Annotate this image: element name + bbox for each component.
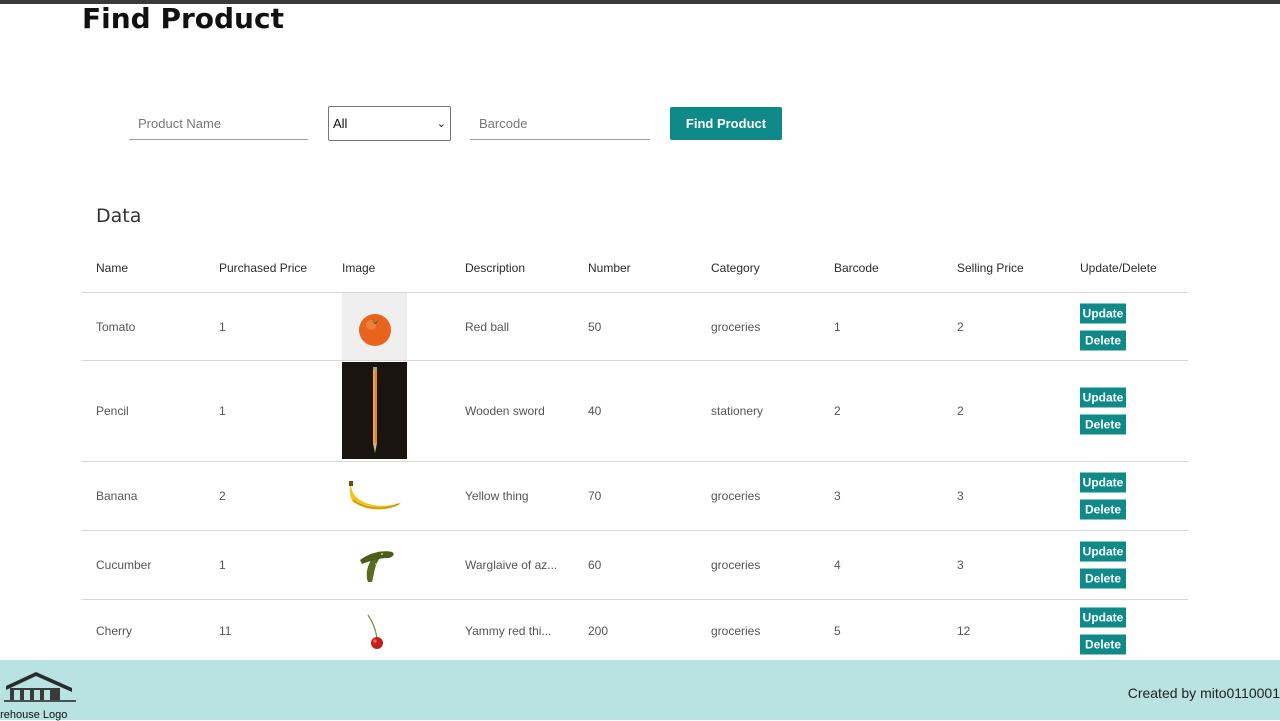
category-select-value: All: [333, 116, 348, 131]
delete-button[interactable]: Delete: [1080, 330, 1126, 350]
cell-description: Yammy red thi...: [465, 623, 552, 638]
cell-barcode: 4: [834, 558, 841, 572]
category-select[interactable]: All ⌄: [328, 106, 451, 141]
header-name: Name: [96, 260, 129, 275]
update-button[interactable]: Update: [1080, 607, 1126, 627]
footer: arehouse Logo Created by mito0110001: [0, 660, 1280, 721]
update-button[interactable]: Update: [1080, 541, 1126, 562]
find-product-button[interactable]: Find Product: [670, 107, 782, 140]
update-button[interactable]: Update: [1080, 387, 1126, 408]
cell-selling-price: 3: [957, 489, 964, 503]
cell-category: groceries: [711, 319, 761, 334]
table-row: Tomato 1 Red ball 50 groceries 1 2 Updat…: [82, 293, 1188, 361]
cell-description: Warglaive of az...: [465, 558, 558, 572]
cell-category: groceries: [711, 623, 761, 638]
row-actions: Update Delete: [1080, 472, 1126, 520]
cell-number: 60: [588, 558, 602, 572]
row-actions: Update Delete: [1080, 387, 1126, 435]
product-image-tomato: [342, 293, 407, 360]
table-row: Cherry 11 Yammy red thi... 200 groceries…: [82, 600, 1188, 662]
cell-number: 70: [588, 489, 602, 503]
table-row: Cucumber 1 Warglaive of az... 60 groceri…: [82, 531, 1188, 600]
chevron-down-icon: ⌄: [436, 118, 446, 130]
cell-purchased-price: 2: [219, 489, 226, 503]
cell-category: stationery: [711, 404, 764, 418]
cell-name: Cucumber: [96, 558, 152, 572]
cell-barcode: 5: [834, 623, 841, 638]
update-button[interactable]: Update: [1080, 303, 1126, 323]
table-header-row: Name Purchased Price Image Description N…: [82, 243, 1188, 293]
page-title: Find Product: [82, 2, 284, 35]
row-actions: Update Delete: [1080, 541, 1126, 589]
logo-text: arehouse Logo: [0, 709, 68, 721]
header-barcode: Barcode: [834, 260, 879, 275]
product-image-cucumber: [342, 531, 407, 599]
cell-number: 200: [588, 623, 609, 638]
cell-barcode: 3: [834, 489, 841, 503]
delete-button[interactable]: Delete: [1080, 414, 1126, 435]
header-purchased-price: Purchased Price: [219, 260, 308, 275]
cell-selling-price: 3: [957, 558, 964, 572]
header-selling-price: Selling Price: [957, 260, 1024, 275]
update-button[interactable]: Update: [1080, 472, 1126, 493]
cell-name: Banana: [96, 489, 138, 503]
cell-selling-price: 2: [957, 319, 964, 334]
header-description: Description: [465, 260, 526, 275]
cell-number: 50: [588, 319, 602, 334]
product-name-input[interactable]: [129, 108, 308, 140]
data-section-title: Data: [96, 205, 142, 227]
table-row: Pencil 1 Wooden sword 40 stationery 2 2 …: [82, 361, 1188, 462]
cell-barcode: 1: [834, 319, 841, 334]
cell-description: Red ball: [465, 319, 510, 334]
table-row: Banana 2 Yellow thing 70 groceries 3 3 U…: [82, 462, 1188, 531]
product-image-cherry: [342, 600, 407, 661]
cell-name: Tomato: [96, 319, 136, 334]
header-number: Number: [588, 260, 631, 275]
footer-credit: Created by mito0110001: [1127, 685, 1280, 701]
cell-barcode: 2: [834, 404, 841, 418]
barcode-input[interactable]: [470, 108, 650, 140]
cell-number: 40: [588, 404, 602, 418]
cell-name: Pencil: [96, 404, 129, 418]
product-table: Name Purchased Price Image Description N…: [82, 243, 1188, 662]
cell-purchased-price: 1: [219, 404, 226, 418]
cell-selling-price: 2: [957, 404, 964, 418]
warehouse-logo: arehouse Logo: [0, 666, 90, 721]
cell-purchased-price: 11: [219, 623, 232, 638]
cell-description: Wooden sword: [465, 404, 545, 418]
product-image-banana: [342, 462, 407, 530]
warehouse-icon: [4, 672, 76, 702]
cell-purchased-price: 1: [219, 319, 226, 334]
cell-name: Cherry: [96, 623, 133, 638]
cell-description: Yellow thing: [465, 489, 529, 503]
header-image: Image: [342, 260, 376, 275]
row-actions: Update Delete: [1080, 607, 1126, 654]
header-category: Category: [711, 260, 760, 275]
delete-button[interactable]: Delete: [1080, 568, 1126, 589]
header-update-delete: Update/Delete: [1080, 260, 1157, 275]
delete-button[interactable]: Delete: [1080, 499, 1126, 520]
product-image-pencil: [342, 362, 407, 459]
delete-button[interactable]: Delete: [1080, 634, 1126, 654]
cell-category: groceries: [711, 489, 761, 503]
cell-category: groceries: [711, 558, 761, 572]
cell-selling-price: 12: [957, 623, 971, 638]
row-actions: Update Delete: [1080, 303, 1126, 350]
cell-purchased-price: 1: [219, 558, 226, 572]
